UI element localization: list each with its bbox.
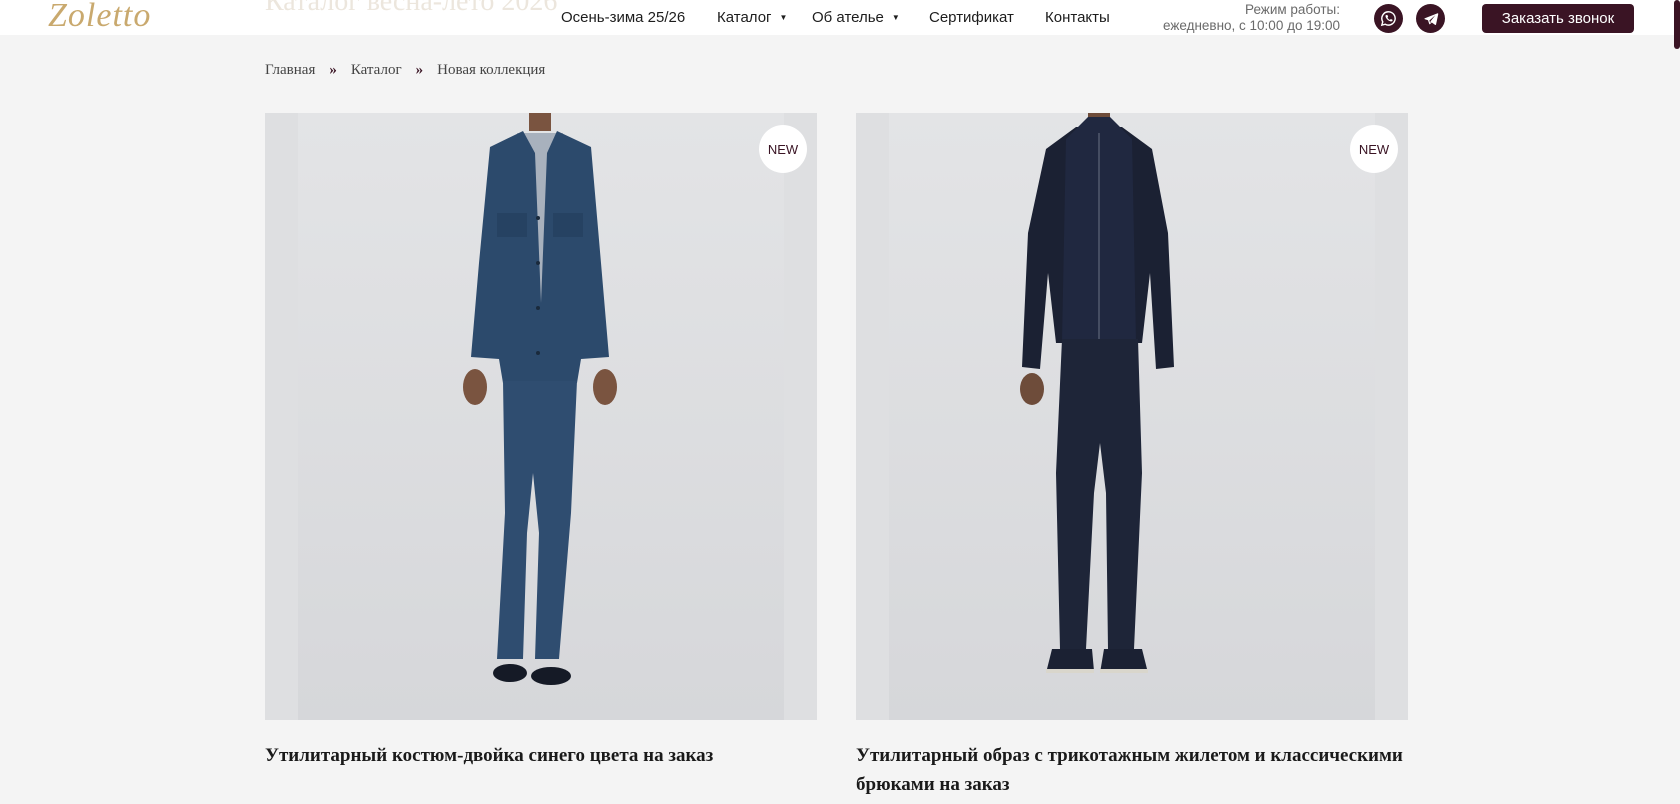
chevron-down-icon: ▼ — [779, 13, 788, 22]
nav-item-catalog[interactable]: Каталог ▼ — [717, 9, 787, 26]
product-card[interactable]: NEW Утилитарный образ с трикотажным жиле… — [856, 113, 1408, 799]
new-badge: NEW — [1350, 125, 1398, 173]
nav-item-label: Контакты — [1045, 9, 1110, 26]
site-logo[interactable]: Zoletto — [48, 0, 151, 35]
scrollbar-thumb[interactable] — [1674, 0, 1680, 49]
product-title[interactable]: Утилитарный образ с трикотажным жилетом … — [856, 741, 1408, 799]
site-header: Каталог весна-лето 2026 Zoletto Осень-зи… — [0, 0, 1680, 35]
chevron-down-icon: ▼ — [891, 13, 900, 22]
navy-vest-figure — [1020, 113, 1174, 673]
breadcrumb-current: Новая коллекция — [437, 62, 546, 78]
nav-item-autumn-winter[interactable]: Осень-зима 25/26 — [561, 9, 685, 26]
telegram-icon — [1423, 12, 1438, 25]
whatsapp-icon — [1380, 11, 1396, 27]
product-image-blue-suit[interactable]: NEW — [265, 113, 817, 720]
nav-item-label: Сертификат — [929, 9, 1014, 26]
breadcrumb-catalog[interactable]: Каталог — [351, 62, 402, 78]
blue-suit-figure — [463, 113, 617, 685]
nav-item-certificate[interactable]: Сертификат — [929, 9, 1014, 26]
breadcrumb-separator: » — [329, 62, 337, 78]
nav-item-about[interactable]: Об ателье ▼ — [812, 9, 900, 26]
order-call-button[interactable]: Заказать звонок — [1482, 4, 1634, 33]
nav-item-label: Об ателье — [812, 9, 884, 26]
working-hours-label: Режим работы: — [1245, 2, 1340, 17]
page-heading-behind-header: Каталог весна-лето 2026 — [265, 0, 558, 17]
nav-item-contacts[interactable]: Контакты — [1045, 9, 1110, 26]
new-badge: NEW — [759, 125, 807, 173]
working-hours-value: ежедневно, с 10:00 до 19:00 — [1162, 18, 1340, 33]
product-image-navy-vest[interactable]: NEW — [856, 113, 1408, 720]
breadcrumb-separator: » — [415, 62, 424, 78]
product-title[interactable]: Утилитарный костюм-двойка синего цвета н… — [265, 741, 817, 770]
working-hours: Режим работы: ежедневно, с 10:00 до 19:0… — [1163, 2, 1340, 34]
product-card[interactable]: NEW Утилитарный костюм-двойка синего цве… — [265, 113, 817, 770]
breadcrumb: Главная » Каталог » Новая коллекция — [265, 62, 545, 79]
telegram-button[interactable] — [1416, 4, 1445, 33]
nav-item-label: Осень-зима 25/26 — [561, 9, 686, 26]
whatsapp-button[interactable] — [1374, 4, 1403, 33]
nav-item-label: Каталог — [717, 9, 772, 26]
breadcrumb-home[interactable]: Главная — [265, 62, 315, 78]
